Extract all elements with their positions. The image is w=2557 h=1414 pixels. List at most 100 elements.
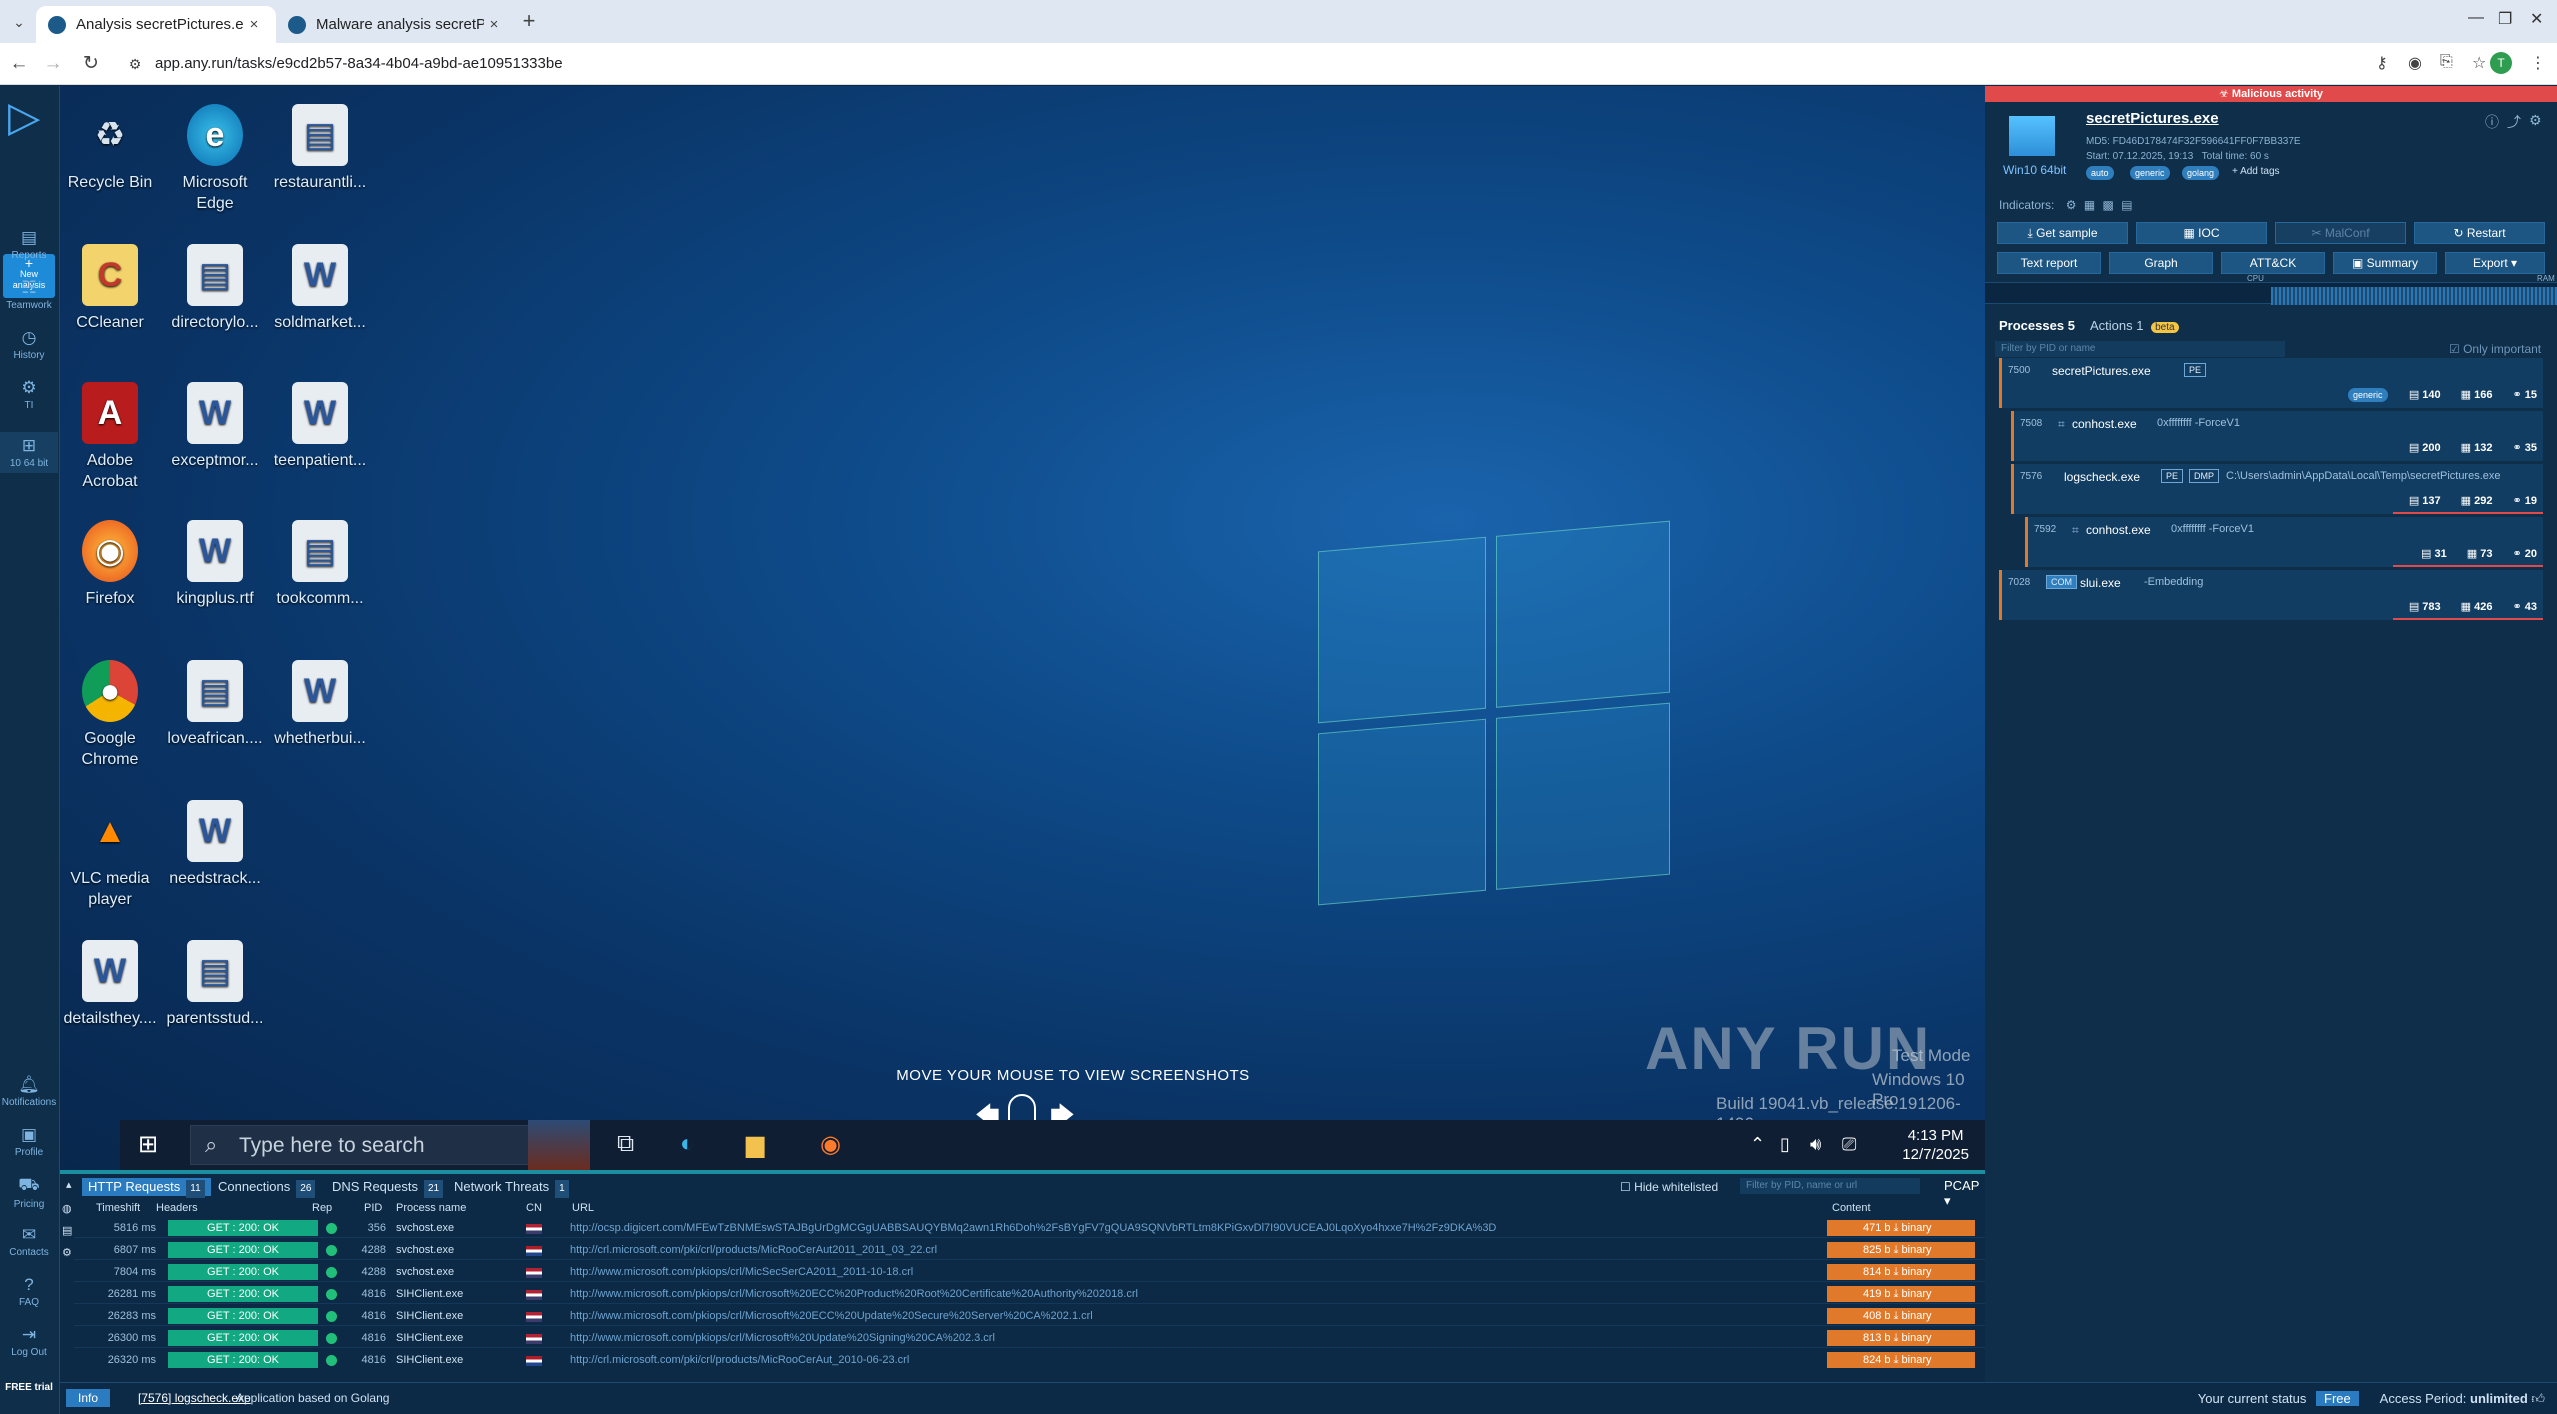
desktop-icon[interactable]: Wteenpatient...	[270, 382, 370, 471]
row-url[interactable]: http://www.microsoft.com/pkiops/crl/Micr…	[570, 1332, 995, 1344]
profile-avatar[interactable]: T	[2490, 52, 2512, 74]
sample-filename[interactable]: secretPictures.exe	[2086, 110, 2219, 127]
tab-connections[interactable]: Connections 26	[212, 1178, 321, 1198]
row-content[interactable]: 814 b ⤓ binary	[1827, 1264, 1975, 1280]
table-row[interactable]: 26300 ms GET : 200: OK 4816 SIHClient.exe ht…	[74, 1328, 1985, 1348]
desktop-icon[interactable]: ▤ tookcomm...	[270, 520, 370, 609]
tray-device-icon[interactable]: ▯	[1780, 1134, 1790, 1155]
desktop-icon[interactable]: Wsoldmarket...	[270, 244, 370, 333]
tab-processes[interactable]: Processes 5	[1999, 318, 2075, 333]
browser-tab-analysis[interactable]: Analysis secretPictures.exe ×	[36, 6, 276, 43]
get-sample-button[interactable]: ⤓ Get sample	[1997, 222, 2128, 244]
table-row[interactable]: 6807 ms GET : 200: OK 4288 svchost.exe http:…	[74, 1240, 1985, 1260]
browser-tab-malware-analysis[interactable]: Malware analysis secretPictu ×	[276, 6, 516, 43]
taskbar-firefox-icon[interactable]: ◉	[820, 1130, 841, 1159]
tab-http-requests[interactable]: HTTP Requests 11	[82, 1178, 211, 1198]
graph-button[interactable]: Graph	[2109, 252, 2213, 274]
tag-generic[interactable]: generic	[2130, 166, 2170, 180]
row-content[interactable]: 471 b ⤓ binary	[1827, 1220, 1975, 1236]
col-url[interactable]: URL	[572, 1202, 594, 1214]
bookmark-star-icon[interactable]: ☆	[2472, 53, 2486, 73]
sidebar-item-history[interactable]: ◷ History	[0, 328, 58, 361]
col-process-name[interactable]: Process name	[396, 1202, 466, 1214]
file-icon[interactable]: ▤	[62, 1224, 72, 1237]
tab-close-icon[interactable]: ×	[244, 16, 264, 33]
desktop-icon[interactable]: Wexceptmor...	[165, 382, 265, 471]
process-row[interactable]: 7592 ⌗ conhost.exe 0xffffffff -ForceV1 ▤ 31 ▦…	[2025, 517, 2543, 567]
gear-icon[interactable]: ⚙	[62, 1246, 72, 1259]
sidebar-item-logout[interactable]: ⇥ Log Out	[0, 1325, 58, 1358]
task-view-icon[interactable]: ⧉	[617, 1130, 634, 1158]
table-row[interactable]: 26281 ms GET : 200: OK 4816 SIHClient.exe ht…	[74, 1284, 1985, 1304]
desktop-icon[interactable]: ▤ loveafrican....	[165, 660, 265, 749]
info-icon[interactable]: ⓘ	[2485, 112, 2499, 132]
volume-icon[interactable]: 🔊︎	[1810, 1134, 1821, 1155]
indicator-doc-icon[interactable]: ▤	[2121, 198, 2132, 212]
tab-network-threats[interactable]: Network Threats 1	[448, 1178, 575, 1198]
globe-icon[interactable]: ◍	[62, 1202, 72, 1215]
settings-gear-icon[interactable]: ⚙	[2529, 112, 2542, 129]
reload-icon[interactable]: ↻	[78, 51, 104, 77]
close-window-icon[interactable]: ✕	[2530, 9, 2543, 29]
text-report-button[interactable]: Text report	[1997, 252, 2101, 274]
minimize-window-icon[interactable]: —	[2468, 9, 2484, 27]
sidebar-item-reports[interactable]: ▤ Reports	[0, 228, 58, 261]
row-content[interactable]: 419 b ⤓ binary	[1827, 1286, 1975, 1302]
pcap-dropdown[interactable]: PCAP ▾	[1944, 1178, 1985, 1209]
thumb-icon[interactable]: 👍︎	[2531, 1391, 2545, 1406]
status-process-link[interactable]: [7576] logscheck.exe	[138, 1391, 251, 1405]
hide-whitelisted-checkbox[interactable]: ☐ Hide whitelisted	[1620, 1180, 1718, 1194]
col-headers[interactable]: Headers	[156, 1202, 198, 1214]
indicator-grid-icon[interactable]: ▩	[2103, 198, 2114, 212]
translate-icon[interactable]: ⎘	[2440, 53, 2453, 71]
tab-dns-requests[interactable]: DNS Requests 21	[326, 1178, 449, 1198]
network-filter-input[interactable]: Filter by PID, name or url	[1740, 1178, 1920, 1194]
add-tags-button[interactable]: + Add tags	[2232, 166, 2280, 177]
process-row[interactable]: 7500 secretPictures.exe PE generic ▤ 140 ▦ 16…	[1999, 358, 2543, 408]
process-filter-input[interactable]: Filter by PID or name	[1995, 341, 2285, 357]
tab-close-icon[interactable]: ×	[484, 16, 504, 33]
tab-list-chevron-icon[interactable]: ⌄	[6, 9, 32, 35]
network-icon[interactable]: ⎚	[1842, 1134, 1856, 1155]
table-row[interactable]: 5816 ms GET : 200: OK 356 svchost.exe http:/…	[74, 1218, 1985, 1238]
tray-chevron-icon[interactable]: ⌃	[1750, 1134, 1765, 1155]
process-row[interactable]: 7576 logscheck.exe PE DMP C:\Users\admin\App…	[2011, 464, 2543, 514]
col-cn[interactable]: CN	[526, 1202, 542, 1214]
only-important-checkbox[interactable]: ☑ Only important	[2449, 342, 2541, 356]
sidebar-item-profile[interactable]: ▣ Profile	[0, 1125, 58, 1158]
export-dropdown[interactable]: Export ▾	[2445, 252, 2545, 274]
col-timeshift[interactable]: Timeshift	[96, 1202, 140, 1214]
process-row[interactable]: 7028 COM slui.exe -Embedding ▤ 783 ▦ 426 ⚭ 43	[1999, 570, 2543, 620]
row-url[interactable]: http://www.microsoft.com/pkiops/crl/Micr…	[570, 1288, 1138, 1300]
sidebar-item-notifications[interactable]: 🔔︎ Notifications	[0, 1075, 58, 1108]
sidebar-item-ti[interactable]: ⚙ TI	[0, 378, 58, 411]
anyrun-logo-icon[interactable]: ▷	[8, 96, 40, 138]
desktop-icon[interactable]: Wkingplus.rtf	[165, 520, 265, 609]
desktop-icon[interactable]: ▤ directorylo...	[165, 244, 265, 333]
attack-button[interactable]: ATT&CK	[2221, 252, 2325, 274]
tracking-eye-icon[interactable]: ◉	[2408, 53, 2422, 73]
sidebar-item-contacts[interactable]: ✉ Contacts	[0, 1225, 58, 1258]
info-badge[interactable]: Info	[66, 1389, 111, 1407]
row-url[interactable]: http://ocsp.digicert.com/MFEwTzBNMEswSTA…	[570, 1222, 1496, 1234]
site-info-icon[interactable]: ⚙	[122, 51, 148, 77]
file-explorer-icon[interactable]: ▆	[746, 1130, 764, 1159]
desktop-icon[interactable]: ▤ restaurantli...	[270, 104, 370, 193]
col-content[interactable]: Content	[1832, 1202, 1871, 1214]
vm-desktop[interactable]: ♻ Recycle Bin e Microsoft Edge ▤ restaurantli…	[60, 86, 2045, 1170]
process-row[interactable]: 7508 ⌗ conhost.exe 0xffffffff -ForceV1 ▤ 200…	[2011, 411, 2543, 461]
col-pid[interactable]: PID	[364, 1202, 382, 1214]
sidebar-item-pricing[interactable]: ⛟ Pricing	[0, 1175, 58, 1210]
collapse-chevron-icon[interactable]: ▴	[66, 1178, 72, 1191]
taskbar-edge-icon[interactable]: ◐	[680, 1130, 695, 1158]
desktop-icon[interactable]: Wneedstrack...	[165, 800, 265, 889]
row-url[interactable]: http://crl.microsoft.com/pki/crl/product…	[570, 1244, 937, 1256]
desktop-icon[interactable]: ♻ Recycle Bin	[60, 104, 160, 193]
sidebar-item-faq[interactable]: ? FAQ	[0, 1275, 58, 1308]
desktop-icon[interactable]: ◉ Firefox	[60, 520, 160, 609]
row-content[interactable]: 824 b ⤓ binary	[1827, 1352, 1975, 1368]
summary-button[interactable]: ▣ Summary	[2333, 252, 2437, 274]
desktop-icon[interactable]: ▲ VLC media player	[60, 800, 160, 910]
desktop-icon[interactable]: A Adobe Acrobat	[60, 382, 160, 492]
desktop-icon[interactable]: ▤ parentsstud...	[165, 940, 265, 1029]
